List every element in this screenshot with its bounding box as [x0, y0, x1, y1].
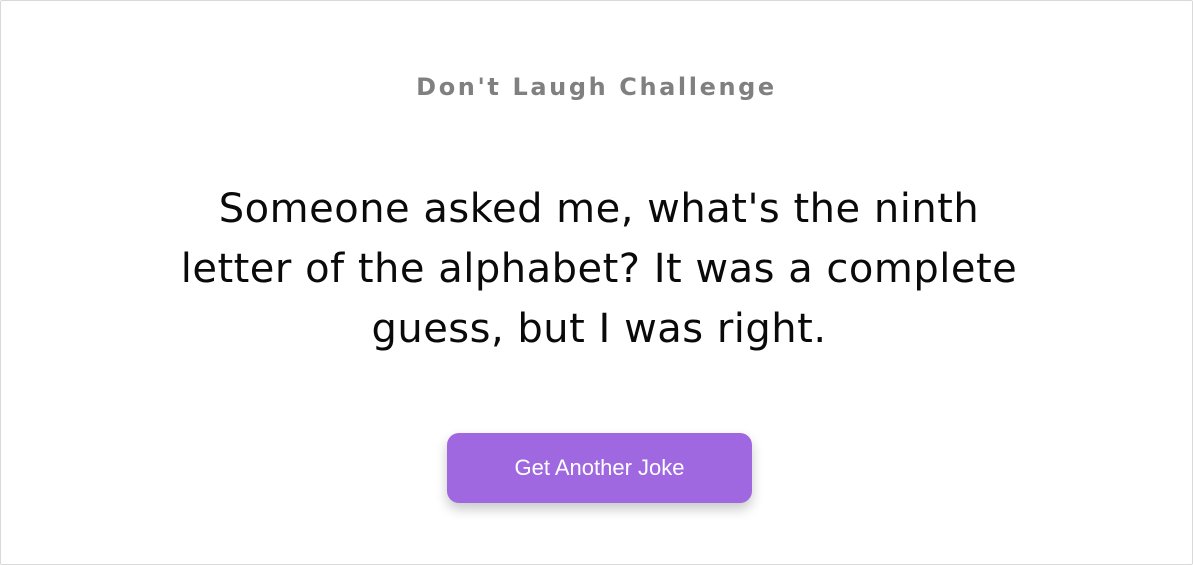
- joke-text: Someone asked me, what's the ninth lette…: [180, 186, 1018, 352]
- get-another-joke-button[interactable]: Get Another Joke: [447, 433, 752, 503]
- joke-card: Don't Laugh Challenge Someone asked me, …: [0, 0, 1193, 565]
- page-title: Don't Laugh Challenge: [416, 73, 777, 101]
